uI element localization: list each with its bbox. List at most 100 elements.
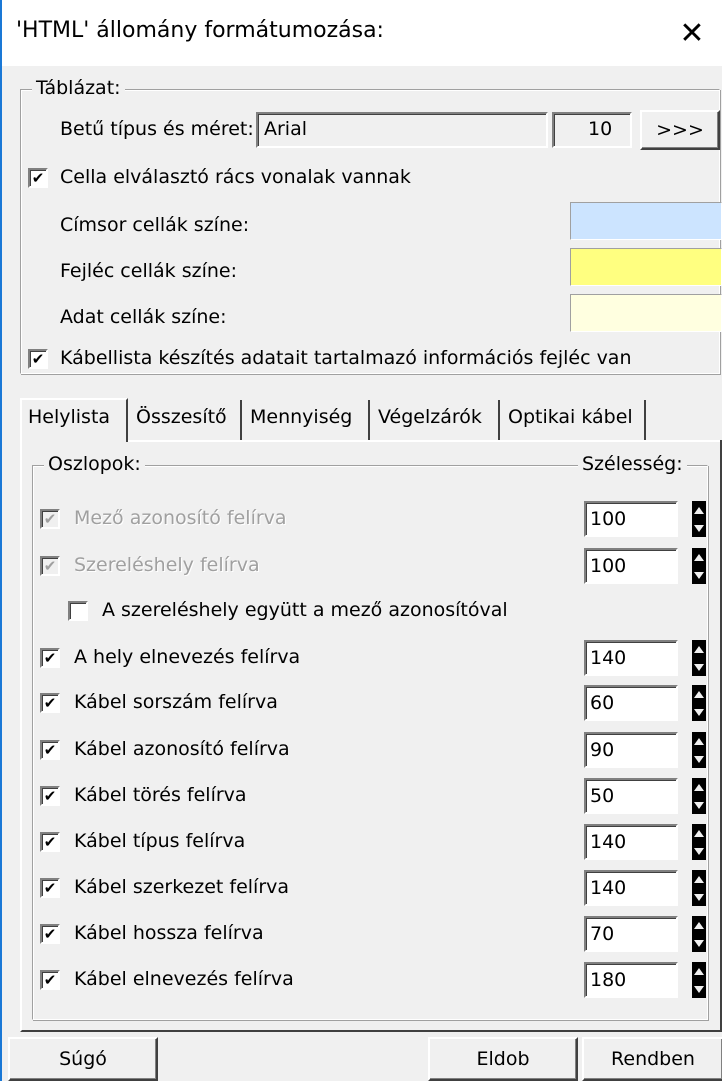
cable-name-width-spinner[interactable] bbox=[692, 962, 706, 998]
cable-serial-width-spinner[interactable] bbox=[692, 685, 706, 721]
check-icon: ✔ bbox=[43, 786, 57, 805]
field-id-width-value: 100 bbox=[590, 508, 627, 530]
cable-break-width-spinner[interactable] bbox=[692, 778, 706, 814]
install-place-checkbox[interactable]: ✔ bbox=[40, 556, 60, 576]
font-label: Betű típus és méret: bbox=[60, 118, 254, 140]
title-cells-color-swatch[interactable] bbox=[570, 202, 722, 240]
tab-osszesito[interactable]: Összesítő bbox=[130, 400, 242, 440]
title-cells-color-label: Címsor cellák színe: bbox=[60, 214, 250, 236]
field-id-label: Mező azonosító felírva bbox=[74, 507, 287, 529]
cable-name-width-input[interactable]: 180 bbox=[584, 962, 678, 998]
cable-structure-checkbox[interactable]: ✔ bbox=[40, 878, 60, 898]
cable-name-checkbox[interactable]: ✔ bbox=[40, 970, 60, 990]
cable-break-width-input[interactable]: 50 bbox=[584, 778, 678, 814]
install-place-label: Szereléshely felírva bbox=[74, 554, 260, 576]
columns-group-title: Oszlopok: bbox=[44, 453, 145, 475]
cable-break-label: Kábel törés felírva bbox=[74, 784, 247, 806]
cable-id-width-value: 90 bbox=[590, 739, 615, 761]
place-name-checkbox[interactable]: ✔ bbox=[40, 648, 60, 668]
tab-label: Optikai kábel bbox=[508, 406, 633, 428]
check-icon: ✔ bbox=[43, 924, 57, 943]
tab-label: Mennyiség bbox=[250, 406, 353, 428]
header-cells-color-label: Fejléc cellák színe: bbox=[60, 260, 237, 282]
cable-name-label: Kábel elnevezés felírva bbox=[74, 968, 294, 990]
font-name-value: Arial bbox=[264, 118, 308, 140]
discard-button[interactable]: Eldob bbox=[428, 1037, 578, 1081]
font-name-field: Arial bbox=[256, 112, 548, 148]
field-id-width-spinner[interactable] bbox=[692, 501, 706, 537]
install-place-width-value: 100 bbox=[590, 555, 627, 577]
header-cells-color-swatch[interactable] bbox=[570, 248, 722, 286]
font-select-button[interactable]: >>> bbox=[640, 110, 720, 150]
place-name-width-value: 140 bbox=[590, 647, 627, 669]
place-name-label: A hely elnevezés felírva bbox=[74, 646, 301, 668]
place-name-width-spinner[interactable] bbox=[692, 640, 706, 676]
cable-length-width-value: 70 bbox=[590, 923, 615, 945]
tab-helylista[interactable]: Helylista bbox=[20, 398, 128, 442]
check-icon: ✔ bbox=[43, 556, 57, 575]
check-icon: ✔ bbox=[43, 878, 57, 897]
place-name-width-input[interactable]: 140 bbox=[584, 640, 678, 676]
cable-type-width-spinner[interactable] bbox=[692, 824, 706, 860]
install-with-field-checkbox[interactable] bbox=[68, 601, 88, 621]
cable-structure-label: Kábel szerkezet felírva bbox=[74, 876, 290, 898]
cable-type-width-value: 140 bbox=[590, 831, 627, 853]
check-icon: ✔ bbox=[43, 832, 57, 851]
check-icon: ✔ bbox=[31, 349, 45, 368]
grid-lines-checkbox[interactable]: ✔ bbox=[28, 168, 48, 188]
dialog-window: 'HTML' állomány formátumozása: ✕ Tábláza… bbox=[0, 0, 722, 1081]
check-icon: ✔ bbox=[43, 740, 57, 759]
cable-name-width-value: 180 bbox=[590, 969, 627, 991]
cable-type-label: Kábel típus felírva bbox=[74, 830, 246, 852]
cable-serial-checkbox[interactable]: ✔ bbox=[40, 693, 60, 713]
check-icon: ✔ bbox=[31, 168, 45, 187]
cable-structure-width-input[interactable]: 140 bbox=[584, 870, 678, 906]
check-icon: ✔ bbox=[43, 693, 57, 712]
cable-length-width-input[interactable]: 70 bbox=[584, 916, 678, 952]
close-icon: ✕ bbox=[679, 15, 705, 51]
cable-id-width-input[interactable]: 90 bbox=[584, 732, 678, 768]
check-icon: ✔ bbox=[43, 970, 57, 989]
cable-id-width-spinner[interactable] bbox=[692, 732, 706, 768]
info-header-checkbox[interactable]: ✔ bbox=[28, 349, 48, 369]
cable-serial-width-input[interactable]: 60 bbox=[584, 685, 678, 721]
font-size-value: 10 bbox=[588, 118, 613, 140]
install-with-field-label: A szereléshely együtt a mező azonosítóva… bbox=[102, 599, 508, 621]
tab-label: Helylista bbox=[28, 406, 111, 428]
close-button[interactable]: ✕ bbox=[660, 0, 722, 66]
cable-structure-width-value: 140 bbox=[590, 877, 627, 899]
cable-break-width-value: 50 bbox=[590, 785, 615, 807]
cable-type-width-input[interactable]: 140 bbox=[584, 824, 678, 860]
check-icon: ✔ bbox=[43, 648, 57, 667]
tab-mennyiseg[interactable]: Mennyiség bbox=[244, 400, 370, 440]
install-place-width-spinner[interactable] bbox=[692, 548, 706, 584]
cable-id-label: Kábel azonosító felírva bbox=[74, 738, 290, 760]
cable-structure-width-spinner[interactable] bbox=[692, 870, 706, 906]
tab-label: Végelzárók bbox=[378, 406, 482, 428]
help-button[interactable]: Súgó bbox=[8, 1037, 158, 1081]
ok-button[interactable]: Rendben bbox=[582, 1037, 722, 1081]
cable-length-checkbox[interactable]: ✔ bbox=[40, 924, 60, 944]
font-size-field: 10 bbox=[552, 112, 632, 148]
cable-length-width-spinner[interactable] bbox=[692, 916, 706, 952]
field-id-checkbox[interactable]: ✔ bbox=[40, 509, 60, 529]
width-column-title: Szélesség: bbox=[578, 453, 687, 475]
cable-serial-width-value: 60 bbox=[590, 692, 615, 714]
title-bar: 'HTML' állomány formátumozása: ✕ bbox=[2, 0, 722, 66]
cable-id-checkbox[interactable]: ✔ bbox=[40, 740, 60, 760]
table-group-title: Táblázat: bbox=[32, 77, 125, 99]
tab-vegelzarok[interactable]: Végelzárók bbox=[372, 400, 500, 440]
cable-type-checkbox[interactable]: ✔ bbox=[40, 832, 60, 852]
info-header-label: Kábellista készítés adatait tartalmazó i… bbox=[60, 347, 632, 369]
tab-label: Összesítő bbox=[136, 406, 227, 428]
grid-lines-label: Cella elválasztó rács vonalak vannak bbox=[60, 166, 411, 188]
field-id-width-input[interactable]: 100 bbox=[584, 501, 678, 537]
cable-serial-label: Kábel sorszám felírva bbox=[74, 691, 278, 713]
check-icon: ✔ bbox=[43, 509, 57, 528]
cable-length-label: Kábel hossza felírva bbox=[74, 922, 264, 944]
cable-break-checkbox[interactable]: ✔ bbox=[40, 786, 60, 806]
data-cells-color-swatch[interactable] bbox=[570, 294, 722, 332]
install-place-width-input[interactable]: 100 bbox=[584, 548, 678, 584]
window-title: 'HTML' állomány formátumozása: bbox=[16, 18, 384, 43]
tab-optikai-kabel[interactable]: Optikai kábel bbox=[502, 400, 646, 440]
